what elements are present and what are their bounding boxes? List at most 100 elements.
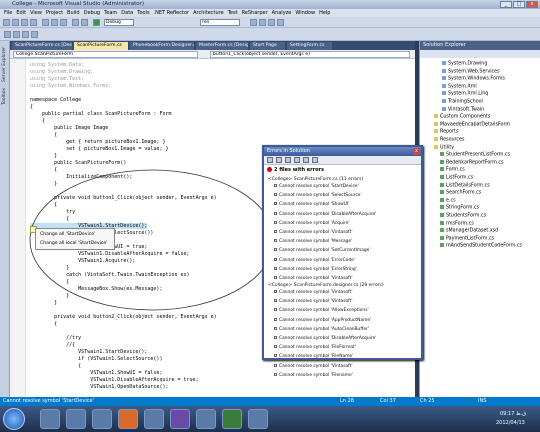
code-line[interactable]: { (30, 104, 33, 110)
solution-tree-item[interactable]: System.Windows.Forms (442, 76, 505, 82)
error-row[interactable]: Cannot resolve symbol 'ShowUI' (274, 202, 349, 207)
menu-item[interactable]: ReSharper (242, 9, 268, 17)
code-line[interactable]: set { pictureBox1.Image = value; } (30, 146, 168, 152)
comment-icon[interactable] (4, 31, 11, 38)
error-row[interactable]: Cannot resolve symbol 'Vintasoft' (274, 290, 353, 295)
code-line[interactable]: if (VSTwain1.SelectSource()) (30, 356, 162, 362)
error-row[interactable]: Cannot resolve symbol 'ErrorCode' (274, 257, 355, 263)
menu-item[interactable]: Build (67, 9, 80, 17)
document-tab[interactable]: ScanPictureForm.cs (74, 42, 128, 50)
menu-item[interactable]: Window (295, 9, 315, 17)
save-all-icon[interactable] (30, 19, 37, 26)
config-select[interactable]: Debug (104, 19, 134, 26)
menu-item[interactable]: Data (121, 9, 133, 17)
next-error-icon[interactable] (294, 157, 300, 163)
error-row[interactable]: Cannot resolve symbol 'Vintasoft' (274, 230, 353, 235)
new-project-icon[interactable] (3, 19, 10, 26)
solution-tree-item[interactable]: Utility (434, 144, 454, 150)
document-tab[interactable]: Start Page (250, 42, 285, 50)
menu-item[interactable]: Team (104, 9, 117, 17)
class-dropdown[interactable]: College.ScanPictureForm (13, 51, 198, 58)
member-dropdown[interactable]: button1_Click(object sender, EventArgs e… (210, 51, 410, 58)
solution-tree-item[interactable]: System.Web.Services (442, 68, 500, 74)
menu-item[interactable]: .NET Reflector (154, 9, 190, 17)
solution-tree-item[interactable]: rmsForm.cs (440, 220, 474, 226)
copy-icon[interactable] (51, 19, 58, 26)
paint-taskbar-icon[interactable] (248, 409, 268, 429)
error-row[interactable]: Cannot resolve symbol 'Acquire' (274, 220, 350, 226)
error-row[interactable]: Cannot resolve symbol 'AutoCleanBuffer' (274, 326, 369, 332)
code-line[interactable]: { (30, 321, 57, 327)
solution-tree-item[interactable]: PaymentListForm.cs (440, 235, 494, 241)
menu-item[interactable]: Architecture (193, 9, 224, 17)
solution-tree-item[interactable]: Form.cs (440, 167, 465, 173)
code-line[interactable]: VSTwain1.OpenDataSource(); (30, 384, 168, 390)
firefox-taskbar-icon[interactable] (118, 409, 138, 429)
document-tab[interactable]: ScanPictureForm.cs [Design] (12, 42, 72, 50)
solution-tree-item[interactable]: ListForm.cs (440, 175, 473, 181)
menu-item[interactable]: Edit (16, 9, 26, 17)
refresh-icon[interactable] (267, 157, 273, 163)
error-row[interactable]: Cannot resolve symbol 'FileName' (274, 354, 353, 359)
code-line[interactable]: namespace College (30, 97, 81, 103)
cut-icon[interactable] (42, 19, 49, 26)
menu-item[interactable]: Tools (137, 9, 149, 17)
error-row[interactable]: Cannot resolve symbol 'ErrorString' (274, 266, 357, 272)
solution-tree-item[interactable]: mAndSendStudentCodeForm.cs (440, 243, 522, 249)
paste-icon[interactable] (60, 19, 67, 26)
sql-taskbar-icon[interactable] (222, 409, 242, 429)
solution-tree-item[interactable]: BedehkarReportForm.cs (440, 159, 504, 165)
error-row[interactable]: Cannot resolve symbol 'AllowExceptions' (274, 308, 369, 313)
change-all-local-option[interactable]: Change all local 'StartDevice' (40, 241, 108, 246)
chrome-taskbar-icon[interactable] (92, 409, 112, 429)
menu-item[interactable]: Debug (84, 9, 100, 17)
visual-studio-taskbar-icon[interactable] (170, 409, 190, 429)
menu-item[interactable]: File (4, 9, 12, 17)
save-icon[interactable] (21, 19, 28, 26)
start-debug-icon[interactable] (93, 19, 100, 26)
solution-tree-item[interactable]: StudentsForm.cs (440, 213, 486, 219)
server-explorer-tab[interactable]: Server Explorer (2, 47, 7, 82)
code-line[interactable]: get { return pictureBox1.Image; } (30, 139, 165, 145)
error-row[interactable]: Cannot resolve symbol 'StartDevice' (274, 184, 359, 189)
code-line[interactable]: //try (30, 335, 81, 341)
undo-icon[interactable] (72, 19, 79, 26)
error-file-1[interactable]: <College> ScanPictureForm.cs (11 errors) (268, 177, 363, 182)
code-line[interactable]: { (30, 363, 81, 369)
code-line[interactable]: { (30, 118, 45, 124)
toolbox-tab[interactable]: Toolbox (2, 88, 7, 105)
error-row[interactable]: Cannot resolve symbol 'SetCurrentImage' (274, 248, 371, 253)
error-row[interactable]: Cannot resolve symbol 'SelectSource' (274, 193, 362, 198)
solution-tree-item[interactable]: Vintasoft.Twain (442, 106, 484, 112)
code-line[interactable]: using System.Text; (30, 76, 84, 82)
code-line[interactable]: { (30, 132, 57, 138)
error-row[interactable]: Cannot resolve symbol 'DisableAfterAcqui… (274, 336, 376, 341)
solution-explorer-icon[interactable] (259, 19, 266, 26)
error-row[interactable]: Cannot resolve symbol 'Message' (274, 239, 352, 244)
solution-tree-item[interactable]: TrainingSchool (442, 99, 483, 105)
code-line[interactable]: //{ (30, 342, 75, 348)
solution-tree-item[interactable]: sManagerDataset.xsd (440, 228, 498, 234)
solution-tree-item[interactable]: StudentPresentListForm.cs (440, 152, 510, 158)
code-line[interactable]: VSTwain1.StartDevice(); (30, 349, 147, 355)
solution-tree-item[interactable]: StringForm.cs (440, 205, 479, 211)
error-row[interactable]: Cannot resolve symbol 'Vintasoft' (274, 363, 353, 369)
error-row[interactable]: Cannot resolve symbol 'AppProductName' (274, 317, 371, 323)
minimize-button[interactable]: _ (500, 1, 512, 8)
expand-icon[interactable] (276, 157, 282, 163)
collapse-icon[interactable] (285, 157, 291, 163)
code-line[interactable]: VSTwain1.ShowUI = false; (30, 370, 162, 376)
error-row[interactable]: Cannot resolve symbol 'Filename' (274, 372, 353, 378)
solution-tree-item[interactable]: System.Xml.Linq (442, 91, 488, 97)
find-icon[interactable] (250, 19, 257, 26)
open-icon[interactable] (12, 19, 19, 26)
uncomment-icon[interactable] (13, 31, 20, 38)
redo-icon[interactable] (81, 19, 88, 26)
error-row[interactable]: Cannot resolve symbol 'Vintasoft' (274, 299, 353, 304)
document-tab[interactable]: PhonebookForm.Designer.cs* (130, 42, 194, 50)
toolbox-icon[interactable] (277, 19, 284, 26)
solution-tree-item[interactable]: MavaedeEncabatDetailsForm (434, 121, 510, 127)
folder-taskbar-icon[interactable] (196, 409, 216, 429)
document-tab[interactable]: MasterForm.cs [Design] (196, 42, 248, 50)
solution-tree-item[interactable]: SearchForm.cs (440, 190, 481, 196)
